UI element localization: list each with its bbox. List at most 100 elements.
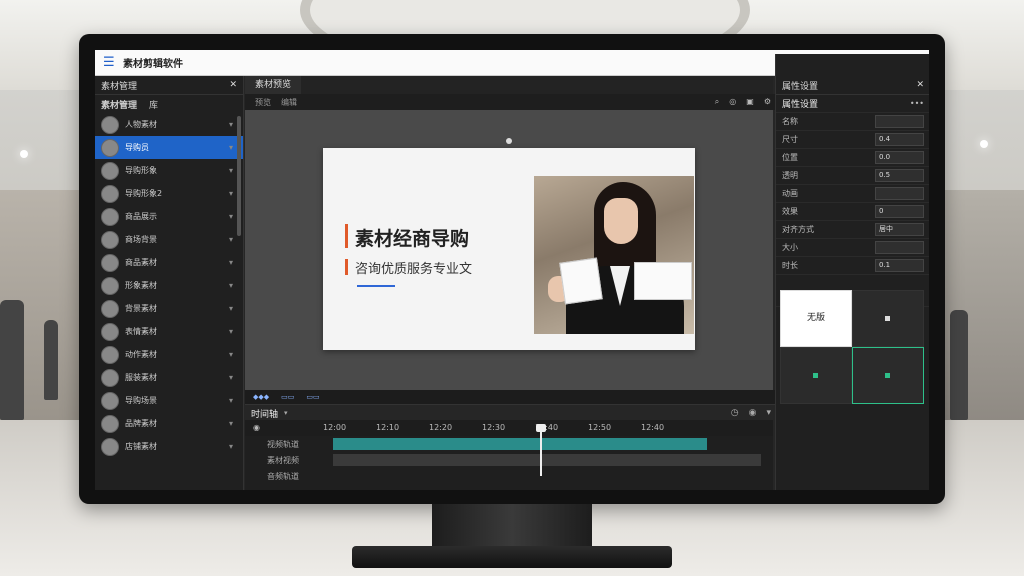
subtab-library[interactable]: 库 — [149, 98, 158, 111]
asset-item[interactable]: 商场背景 ▾ — [95, 228, 243, 251]
timeline-ruler[interactable]: ◉ 12:00 12:10 12:20 12:30 12:40 12:50 12:40 — [245, 420, 773, 436]
layout-cell[interactable]: 无版 — [780, 290, 852, 347]
chevron-down-icon[interactable]: ▾ — [284, 409, 288, 417]
asset-item[interactable]: 导购形象 ▾ — [95, 159, 243, 182]
chevron-down-icon[interactable]: ▾ — [229, 166, 233, 175]
asset-item[interactable]: 商品素材 ▾ — [95, 251, 243, 274]
asset-thumbnail — [101, 391, 119, 410]
playhead[interactable] — [540, 428, 542, 476]
close-icon[interactable]: ✕ — [916, 80, 924, 90]
slide-preview[interactable]: 素材经商导购 咨询优质服务专业文 — [323, 148, 695, 350]
zoom-icon[interactable]: ◎ — [729, 97, 736, 107]
chevron-down-icon[interactable]: ▾ — [229, 396, 233, 405]
chevron-down-icon[interactable]: ▾ — [229, 419, 233, 428]
property-field[interactable] — [875, 115, 924, 128]
record-icon[interactable]: ◉ — [749, 408, 757, 418]
chevron-down-icon[interactable]: ▾ — [229, 212, 233, 221]
asset-label: 动作素材 — [125, 350, 157, 359]
toolbar-preview[interactable]: 预览 — [255, 97, 271, 108]
property-row: 名称 — [776, 113, 929, 131]
asset-thumbnail — [101, 345, 119, 364]
asset-thumbnail — [101, 207, 119, 226]
property-field[interactable]: 0.5 — [875, 169, 924, 182]
timeline-track[interactable]: 音频轨道 — [245, 468, 773, 490]
asset-clip[interactable] — [333, 454, 761, 466]
chevron-down-icon[interactable]: ▾ — [229, 442, 233, 451]
asset-label: 商场背景 — [125, 235, 157, 244]
layout-cell[interactable] — [852, 290, 924, 347]
search-icon[interactable]: ⌕ — [715, 97, 719, 107]
asset-item[interactable]: 导购场景 ▾ — [95, 389, 243, 412]
asset-item[interactable]: 动作素材 ▾ — [95, 343, 243, 366]
chevron-down-icon[interactable]: ▾ — [229, 120, 233, 129]
property-row: 尺寸 0.4 — [776, 131, 929, 149]
subline-accent — [345, 259, 348, 275]
chevron-down-icon[interactable]: ▾ — [229, 350, 233, 359]
monitor-screen: ☰ 素材剪辑软件 ☰ 🔔︎ 素材管理 ✕ 素材管理 库 人物素材▾导购员▾导购形… — [95, 50, 929, 490]
presenter-photo — [534, 176, 694, 334]
chevron-down-icon[interactable]: ▾ — [229, 143, 233, 152]
property-field[interactable] — [875, 241, 924, 254]
settings-icon[interactable]: ⚙ — [764, 97, 771, 107]
property-field[interactable]: 0.0 — [875, 151, 924, 164]
chevron-down-icon[interactable]: ▾ — [229, 235, 233, 244]
asset-item[interactable]: 店铺素材 ▾ — [95, 435, 243, 458]
asset-item[interactable]: 背景素材 ▾ — [95, 297, 243, 320]
underline-accent — [357, 285, 395, 287]
asset-label: 导购场景 — [125, 396, 157, 405]
preview-canvas[interactable]: 素材经商导购 咨询优质服务专业文 — [245, 110, 773, 390]
business-card — [559, 257, 603, 305]
track-label: 音频轨道 — [267, 472, 299, 481]
asset-scrollbar[interactable] — [237, 116, 241, 236]
eye-icon[interactable]: ◉ — [253, 423, 260, 432]
property-field[interactable]: 0.4 — [875, 133, 924, 146]
asset-item[interactable]: 形象素材 ▾ — [95, 274, 243, 297]
close-icon[interactable]: ✕ — [229, 80, 237, 90]
tab-timeline[interactable]: 时间轴 — [251, 407, 278, 420]
asset-item[interactable]: 商品展示 ▾ — [95, 205, 243, 228]
timeline-track[interactable]: 视频轨道 — [245, 436, 773, 452]
property-field[interactable] — [875, 187, 924, 200]
chevron-down-icon[interactable]: ▾ — [229, 327, 233, 336]
property-field[interactable]: 0 — [875, 205, 924, 218]
asset-label: 导购员 — [125, 143, 149, 152]
property-field[interactable]: 0.1 — [875, 259, 924, 272]
ruler-tick-label: 12:30 — [482, 423, 506, 432]
asset-label: 人物素材 — [125, 120, 157, 129]
chevron-down-icon[interactable]: ▾ — [229, 189, 233, 198]
rotate-handle[interactable] — [506, 138, 512, 144]
preview-tabbar: 素材预览 — [245, 76, 773, 95]
more-icon[interactable]: ••• — [910, 99, 924, 108]
asset-label: 品牌素材 — [125, 419, 157, 428]
asset-thumbnail — [101, 322, 119, 341]
slide-headline: 素材经商导购 — [355, 228, 470, 250]
toolbar-edit[interactable]: 编辑 — [281, 97, 297, 108]
monitor-stand — [432, 504, 592, 548]
property-field[interactable]: 居中 — [875, 223, 924, 236]
chevron-down-icon[interactable]: ▾ — [229, 304, 233, 313]
asset-label: 商品素材 — [125, 258, 157, 267]
layout-cell[interactable] — [780, 347, 852, 404]
layout-cell[interactable] — [852, 347, 924, 404]
chevron-down-icon[interactable]: ▾ — [766, 408, 771, 418]
timeline-track[interactable]: 素材视频 — [245, 452, 773, 468]
asset-item[interactable]: 导购员 ▾ — [95, 136, 243, 159]
chevron-down-icon[interactable]: ▾ — [229, 258, 233, 267]
fullscreen-icon[interactable]: ▣ — [746, 97, 754, 107]
asset-item[interactable]: 表情素材 ▾ — [95, 320, 243, 343]
video-clip[interactable] — [333, 438, 707, 450]
hamburger-icon[interactable]: ☰ — [103, 55, 117, 70]
tab-preview[interactable]: 素材预览 — [245, 76, 302, 94]
asset-item[interactable]: 品牌素材 ▾ — [95, 412, 243, 435]
chevron-down-icon[interactable]: ▾ — [229, 281, 233, 290]
asset-label: 服装素材 — [125, 373, 157, 382]
chevron-down-icon[interactable]: ▾ — [229, 373, 233, 382]
subtab-assets[interactable]: 素材管理 — [101, 98, 137, 111]
clock-icon[interactable]: ◷ — [731, 408, 739, 418]
asset-item[interactable]: 导购形象2 ▾ — [95, 182, 243, 205]
ruler-tick-label: 12:00 — [323, 423, 347, 432]
asset-label: 商品展示 — [125, 212, 157, 221]
property-row: 效果 0 — [776, 203, 929, 221]
asset-item[interactable]: 人物素材 ▾ — [95, 113, 243, 136]
asset-item[interactable]: 服装素材 ▾ — [95, 366, 243, 389]
